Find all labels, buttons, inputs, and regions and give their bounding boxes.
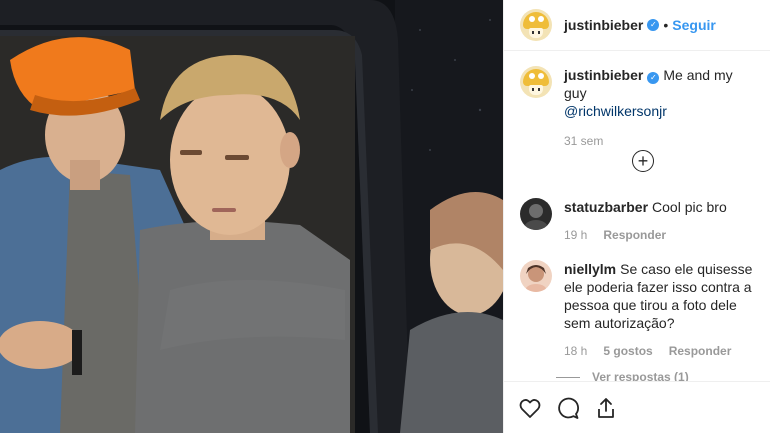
post-header: justinbieber ✓ • Seguir bbox=[504, 0, 770, 51]
share-icon bbox=[598, 397, 614, 418]
view-replies-button[interactable]: Ver respostas (1) bbox=[556, 370, 770, 381]
caption-body: justinbieber ✓ Me and my guy @richwilkerso… bbox=[564, 66, 754, 166]
separator-dot: • bbox=[663, 17, 669, 33]
view-replies-label: Ver respostas (1) bbox=[592, 370, 689, 381]
commenter-avatar[interactable] bbox=[520, 198, 552, 230]
post-sidebar: justinbieber ✓ • Seguir justinbieber ✓ Me … bbox=[503, 0, 770, 433]
photo-illustration bbox=[0, 0, 503, 433]
comment-username[interactable]: statuzbarber bbox=[564, 199, 648, 215]
comment-bubble-icon bbox=[558, 397, 579, 419]
caption-username[interactable]: justinbieber bbox=[564, 67, 643, 83]
load-more-comments-button[interactable]: + bbox=[632, 150, 654, 172]
comment-meta: 18 h 5 gostos Responder bbox=[564, 342, 754, 360]
user-avatar-icon bbox=[524, 204, 548, 230]
comment-time[interactable]: 19 h bbox=[564, 226, 587, 244]
replies-divider bbox=[556, 376, 580, 378]
comment-text: Cool pic bro bbox=[652, 199, 727, 215]
post-photo[interactable] bbox=[0, 0, 503, 433]
like-button[interactable] bbox=[516, 394, 544, 422]
comment-meta: 19 h Responder bbox=[564, 226, 727, 244]
instagram-post-modal: justinbieber ✓ • Seguir justinbieber ✓ Me … bbox=[0, 0, 770, 433]
reply-button[interactable]: Responder bbox=[603, 226, 666, 244]
commenter-avatar[interactable] bbox=[520, 260, 552, 292]
action-bar bbox=[504, 381, 770, 433]
verified-badge-icon: ✓ bbox=[647, 72, 660, 84]
comment-body: niellylm Se caso ele quisesse ele poderia… bbox=[564, 260, 754, 360]
post-time[interactable]: 31 sem bbox=[564, 132, 754, 150]
plus-icon: + bbox=[637, 151, 649, 171]
author-avatar[interactable] bbox=[520, 9, 552, 41]
follow-button[interactable]: Seguir bbox=[672, 17, 716, 33]
caption-mention[interactable]: @richwilkersonjr bbox=[564, 102, 754, 120]
share-button[interactable] bbox=[592, 394, 620, 422]
comment-button[interactable] bbox=[554, 394, 582, 422]
comments-section[interactable]: justinbieber ✓ Me and my guy @richwilkerso… bbox=[504, 66, 770, 381]
author-avatar[interactable] bbox=[520, 66, 552, 98]
author-username[interactable]: justinbieber bbox=[564, 17, 643, 33]
comment-item: statuzbarber Cool pic bro 19 h Responder bbox=[504, 198, 770, 244]
heart-icon bbox=[519, 398, 541, 418]
comment-item: niellylm Se caso ele quisesse ele poderia… bbox=[504, 260, 770, 360]
comment-username[interactable]: niellylm bbox=[564, 261, 616, 277]
comment-body: statuzbarber Cool pic bro 19 h Responder bbox=[564, 198, 727, 244]
comment-time[interactable]: 18 h bbox=[564, 342, 587, 360]
verified-badge-icon: ✓ bbox=[647, 19, 660, 31]
caption: justinbieber ✓ Me and my guy @richwilkerso… bbox=[504, 66, 770, 172]
user-avatar-icon bbox=[525, 265, 547, 292]
comment-likes[interactable]: 5 gostos bbox=[603, 342, 652, 360]
reply-button[interactable]: Responder bbox=[669, 342, 732, 360]
